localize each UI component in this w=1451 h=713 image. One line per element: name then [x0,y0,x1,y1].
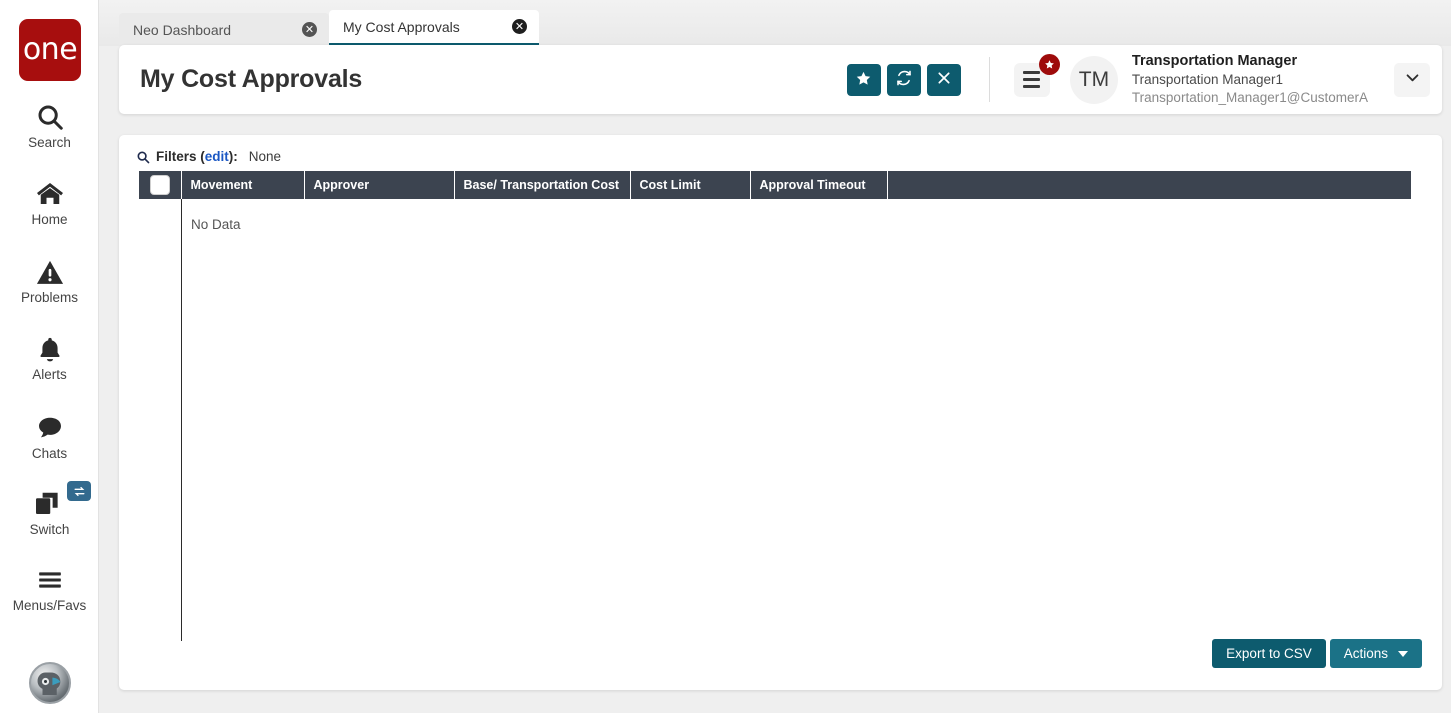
page-title: My Cost Approvals [140,65,363,93]
favorites-badge [1038,53,1060,75]
app-logo-text: one [22,32,78,67]
chevron-down-icon [1404,69,1421,91]
sidebar-item-switch[interactable]: Switch [0,481,99,538]
filters-paren-close: ): [228,149,238,164]
user-email: Transportation_Manager1@CustomerA [1131,90,1368,106]
sidebar-item-problems[interactable]: Problems [0,255,99,306]
column-header-approval-timeout[interactable]: Approval Timeout [750,171,888,199]
actions-label: Actions [1343,646,1388,661]
table-empty-row: No Data [139,199,1411,232]
main-region: Neo Dashboard ✕ My Cost Approvals ✕ My C… [99,0,1451,713]
sidebar-item-label: Home [31,212,68,227]
user-role: Transportation Manager [1131,52,1298,69]
export-to-csv-button[interactable]: Export to CSV [1212,639,1326,668]
content-panel: Filters (edit): None Movement Approver B… [119,135,1442,690]
sidebar-item-label: Problems [20,290,79,305]
star-icon [855,70,872,90]
close-x-icon [936,70,952,89]
filters-edit-link[interactable]: edit [205,149,229,164]
favorite-button[interactable] [846,63,881,96]
column-header-approver[interactable]: Approver [304,171,455,199]
table-body: No Data [139,199,1411,232]
user-name: Transportation Manager1 [1131,72,1284,88]
sidebar-item-menus-favs[interactable]: Menus/Favs [0,563,99,614]
cost-approvals-table: Movement Approver Base/ Transportation C… [139,171,1411,232]
application-window: one Search Home Problems Alerts Chats Sw… [0,0,1451,713]
tab-my-cost-approvals[interactable]: My Cost Approvals ✕ [329,10,539,46]
chevron-down-icon [1398,650,1408,657]
app-logo[interactable]: one [19,19,81,81]
switch-windows-icon [0,481,99,521]
sidebar-item-label: Switch [29,522,70,537]
star-icon [1045,59,1054,68]
table-header-row: Movement Approver Base/ Transportation C… [139,171,1411,199]
sidebar-item-home[interactable]: Home [0,177,99,228]
actions-button[interactable]: Actions [1329,639,1422,668]
close-button[interactable] [926,63,961,96]
warning-triangle-icon [35,255,65,289]
column-header-base-transportation-cost[interactable]: Base/ Transportation Cost [454,171,631,199]
sidebar-item-label: Search [28,135,71,150]
avatar-initials: TM [1078,67,1110,91]
sidebar-item-search[interactable]: Search [0,100,99,151]
chat-bubble-icon [35,411,65,445]
empty-message: No Data [191,217,241,232]
select-all-header [139,171,182,199]
search-icon [136,150,150,164]
table-footer-actions: Export to CSV Actions [1212,639,1422,668]
sidebar-item-label: Chats [31,446,68,461]
search-icon [35,100,65,134]
sidebar-item-label: Menus/Favs [12,598,87,613]
hamburger-icon [35,563,65,597]
switch-toggle-badge[interactable] [67,481,91,501]
sidebar-item-alerts[interactable]: Alerts [0,332,99,383]
filters-label: Filters (edit): [156,149,238,164]
empty-cell-spacer [139,199,181,232]
select-all-checkbox[interactable] [149,175,170,195]
column-header-movement[interactable]: Movement [181,171,305,199]
column-header-filler [887,171,1411,199]
filters-text: Filters [156,149,197,164]
tab-label: Neo Dashboard [133,21,232,38]
filters-bar: Filters (edit): None [119,135,1442,171]
refresh-button[interactable] [886,63,921,96]
page-header: My Cost Approvals TM Transportation Mana… [119,45,1442,114]
tab-label: My Cost Approvals [343,18,460,35]
menus-favorites-button[interactable] [1013,53,1060,97]
filters-value: None [248,149,282,164]
user-info: Transportation Manager Transportation Ma… [1132,52,1368,108]
bell-icon [36,332,64,366]
assistant-avatar[interactable] [29,662,71,704]
sidebar-item-chats[interactable]: Chats [0,411,99,462]
tab-neo-dashboard[interactable]: Neo Dashboard ✕ [119,13,329,46]
tab-bar: Neo Dashboard ✕ My Cost Approvals ✕ [99,0,1451,46]
column-header-cost-limit[interactable]: Cost Limit [630,171,751,199]
sidebar-item-label: Alerts [32,367,67,382]
data-table-wrapper: Movement Approver Base/ Transportation C… [139,171,1422,641]
table-column-divider [181,199,182,641]
avatar[interactable]: TM [1069,55,1118,104]
filters-paren-open: ( [196,149,205,164]
header-divider [988,57,990,102]
home-icon [34,177,66,211]
robot-head-icon [37,672,61,695]
user-menu-button[interactable] [1394,62,1430,97]
tab-close-icon[interactable]: ✕ [302,22,317,37]
tab-close-icon[interactable]: ✕ [512,19,527,34]
refresh-icon [895,69,913,90]
left-sidebar: one Search Home Problems Alerts Chats Sw… [0,0,99,713]
